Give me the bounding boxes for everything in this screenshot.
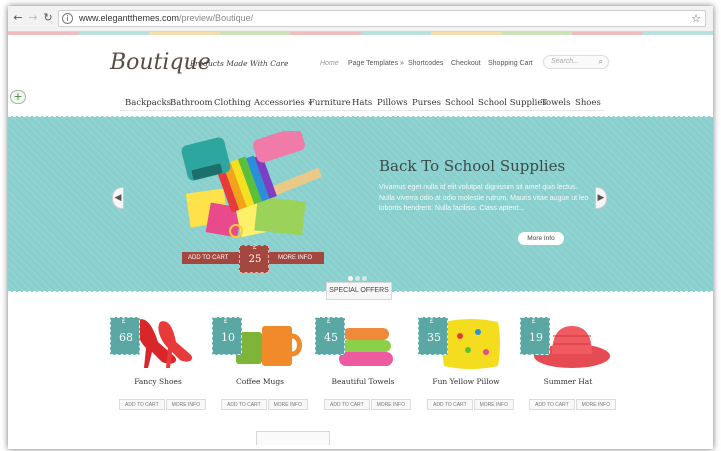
add-to-cart-button[interactable]: ADD TO CART	[119, 399, 165, 410]
slider-price-tag: £ 25	[239, 245, 269, 273]
slider-dot-2[interactable]	[355, 276, 360, 281]
nav-shortcodes[interactable]: Shortcodes	[408, 60, 443, 67]
currency-symbol: £	[122, 319, 126, 325]
category-divider	[120, 110, 604, 111]
more-info-button[interactable]: More Info	[518, 232, 564, 245]
nav-shopping-cart[interactable]: Shopping Cart	[488, 60, 533, 67]
category-clothing[interactable]: Clothing	[214, 98, 251, 108]
product-price: 35	[427, 331, 441, 344]
product-card: £19 Summer Hat ADD TO CART MORE INFO	[518, 312, 618, 412]
product-name[interactable]: Fancy Shoes	[108, 377, 208, 386]
arrow-left-icon[interactable]: ←	[12, 12, 24, 24]
currency-symbol: £	[224, 319, 228, 325]
add-to-cart-button[interactable]: ADD TO CART	[529, 399, 575, 410]
category-hats[interactable]: Hats	[352, 98, 372, 108]
more-info-button[interactable]: MORE INFO	[165, 399, 206, 410]
more-info-button[interactable]: MORE INFO	[370, 399, 411, 410]
search-input[interactable]: Search... ⌕	[543, 55, 609, 69]
coffee-mugs-image	[236, 326, 302, 366]
slider-prev-button[interactable]: ◀	[112, 187, 124, 209]
product-price: 45	[324, 331, 338, 344]
slide-title[interactable]: Back To School Supplies	[379, 157, 565, 175]
product-name[interactable]: Fun Yellow Pillow	[416, 377, 516, 386]
currency-symbol: £	[430, 319, 434, 325]
nav-home[interactable]: Home	[320, 60, 339, 67]
product-price: 68	[119, 331, 133, 344]
add-to-cart-button[interactable]: ADD TO CART	[221, 399, 267, 410]
add-to-cart-button[interactable]: ADD TO CART	[324, 399, 370, 410]
arrow-right-icon[interactable]: →	[27, 12, 39, 24]
special-offers-tab[interactable]: SPECIAL OFFERS	[326, 282, 392, 300]
category-furniture[interactable]: Furniture	[309, 98, 351, 108]
slider-price: 25	[248, 254, 262, 265]
slider-price-ribbon: ADD TO CART MORE INFO £ 25	[182, 245, 324, 273]
address-bar[interactable]: i www.elegantthemes.com/preview/Boutique…	[58, 10, 706, 27]
category-pillows[interactable]: Pillows	[377, 98, 408, 108]
site-tagline: Products Made With Care	[190, 59, 289, 68]
slider-add-to-cart[interactable]: ADD TO CART	[188, 255, 228, 261]
more-info-button[interactable]: MORE INFO	[473, 399, 514, 410]
towels-image	[339, 328, 393, 366]
slider-dot-3[interactable]	[362, 276, 367, 281]
browser-toolbar: ← → ↻ i www.elegantthemes.com/preview/Bo…	[8, 6, 713, 32]
category-backpacks[interactable]: Backpacks	[125, 98, 171, 108]
browser-window: ← → ↻ i www.elegantthemes.com/preview/Bo…	[8, 6, 713, 449]
info-icon[interactable]: i	[62, 13, 73, 24]
nav-page-templates[interactable]: Page Templates »	[348, 60, 404, 67]
product-name[interactable]: Summer Hat	[518, 377, 618, 386]
url-text[interactable]: www.elegantthemes.com/preview/Boutique/	[79, 13, 253, 23]
add-to-cart-button[interactable]: ADD TO CART	[427, 399, 473, 410]
price-tag: £35	[418, 317, 448, 355]
category-school-supplies[interactable]: School Supplies	[478, 98, 547, 108]
more-info-button[interactable]: MORE INFO	[267, 399, 308, 410]
category-school[interactable]: School	[445, 98, 474, 108]
currency-symbol: £	[327, 319, 331, 325]
color-stripe	[8, 32, 713, 35]
currency-symbol: £	[532, 319, 536, 325]
slider-more-info-link[interactable]: MORE INFO	[278, 255, 312, 261]
school-supplies-image	[181, 131, 322, 238]
more-products-tab[interactable]	[256, 431, 330, 445]
search-icon[interactable]: ⌕	[599, 57, 603, 67]
featured-slider: ◀ ▶ ADD TO CART MORE INFO £ 25 Back To S…	[8, 116, 713, 292]
product-card: £68 Fancy Shoes ADD TO CART MORE INFO	[108, 312, 208, 412]
price-tag: £68	[110, 317, 140, 355]
category-accessories[interactable]: Accessories »	[254, 98, 313, 108]
category-purses[interactable]: Purses	[412, 98, 441, 108]
url-host: www.elegantthemes.com	[79, 13, 180, 23]
screenshot-frame: ← → ↻ i www.elegantthemes.com/preview/Bo…	[0, 0, 721, 451]
slide-description: Vivamus eget nulla id elit volutpat dign…	[379, 184, 589, 212]
product-card: £35 Fun Yellow Pillow ADD TO CART MORE IN…	[416, 312, 516, 412]
slider-dot-1[interactable]	[348, 276, 353, 281]
product-card: £10 Coffee Mugs ADD TO CART MORE INFO	[210, 312, 310, 412]
price-tag: £19	[520, 317, 550, 355]
product-card: £45 Beautiful Towels ADD TO CART MORE INF…	[313, 312, 413, 412]
search-placeholder: Search...	[551, 58, 580, 65]
product-name[interactable]: Coffee Mugs	[210, 377, 310, 386]
nav-checkout[interactable]: Checkout	[451, 60, 481, 67]
slider-next-button[interactable]: ▶	[595, 187, 607, 209]
expand-plus-icon[interactable]: +	[10, 90, 26, 104]
price-tag: £45	[315, 317, 345, 355]
product-price: 10	[221, 331, 235, 344]
category-towels[interactable]: Towels	[541, 98, 571, 108]
currency-symbol: £	[253, 245, 257, 251]
more-info-button[interactable]: MORE INFO	[575, 399, 616, 410]
category-bathroom[interactable]: Bathroom	[170, 98, 213, 108]
price-tag: £10	[212, 317, 242, 355]
reload-icon[interactable]: ↻	[42, 12, 54, 24]
url-path: /preview/Boutique/	[179, 13, 254, 23]
product-name[interactable]: Beautiful Towels	[313, 377, 413, 386]
star-icon[interactable]: ☆	[691, 12, 701, 25]
category-shoes[interactable]: Shoes	[575, 98, 601, 108]
product-price: 19	[529, 331, 543, 344]
